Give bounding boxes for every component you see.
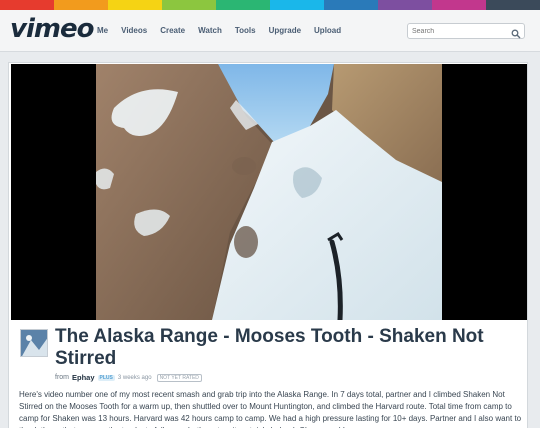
search-icon[interactable] [511,26,521,39]
vimeo-logo[interactable]: vimeo [10,14,94,44]
search-input[interactable] [412,25,508,37]
search-box [407,23,525,39]
author-link[interactable]: Ephay [72,373,95,382]
author-avatar[interactable] [20,329,48,357]
nav-item-create[interactable]: Create [160,26,185,35]
main-nav: Me Videos Create Watch Tools Upgrade Upload [97,26,341,35]
video-title: The Alaska Range - Mooses Tooth - Shaken… [55,326,484,369]
video-player[interactable] [11,64,527,320]
plus-badge: PLUS [97,374,115,381]
nav-item-tools[interactable]: Tools [235,26,256,35]
nav-item-upload[interactable]: Upload [314,26,341,35]
nav-item-upgrade[interactable]: Upgrade [269,26,301,35]
color-strip-segment [162,0,216,10]
color-strip-segment [108,0,162,10]
color-strip-segment [54,0,108,10]
color-strip-segment [270,0,324,10]
top-nav-bar: vimeo Me Videos Create Watch Tools Upgrade Upl… [0,10,540,52]
rating-badge[interactable]: NOT YET RATED [156,373,202,382]
color-strip-segment [0,0,54,10]
color-strip-segment [432,0,486,10]
color-strip-segment [378,0,432,10]
video-panel: The Alaska Range - Mooses Tooth - Shaken… [8,62,528,428]
color-strip-segment [216,0,270,10]
color-strip-segment [486,0,540,10]
nav-item-watch[interactable]: Watch [198,26,222,35]
video-frame[interactable] [96,64,442,320]
video-byline: from Ephay PLUS 3 weeks ago NOT YET RATE… [55,373,202,382]
video-description: Here's video number one of my most recen… [19,390,522,428]
upload-time: 3 weeks ago [117,374,152,381]
color-strip [0,0,540,10]
byline-prefix: from [55,374,69,381]
nav-item-me[interactable]: Me [97,26,108,35]
nav-item-videos[interactable]: Videos [121,26,147,35]
color-strip-segment [324,0,378,10]
